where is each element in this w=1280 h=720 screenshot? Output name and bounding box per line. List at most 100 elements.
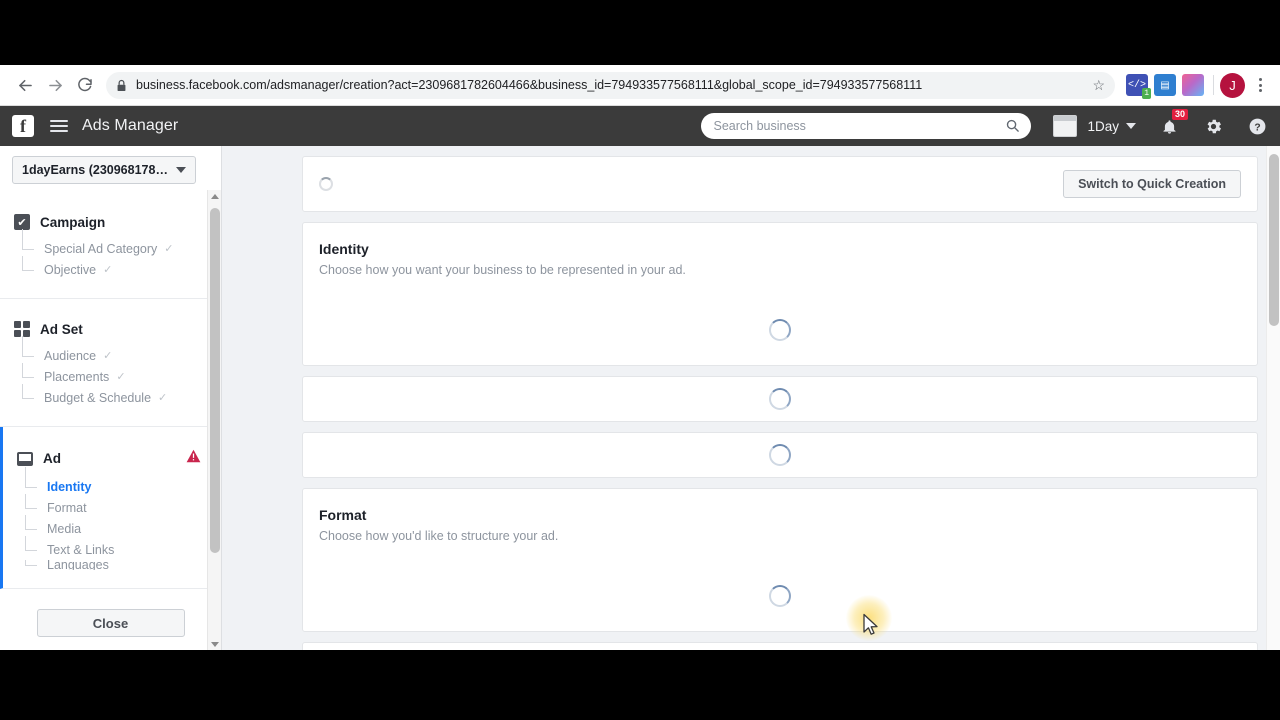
- format-card-header: Format Choose how you'd like to structur…: [303, 489, 1257, 561]
- sidebar-item-format[interactable]: Format: [25, 494, 221, 518]
- close-button[interactable]: Close: [36, 609, 185, 637]
- sidebar-scrollbar[interactable]: [207, 190, 221, 650]
- help-icon[interactable]: ?: [1246, 115, 1268, 137]
- tag-extension-glyph: ▤: [1160, 79, 1170, 91]
- ads-manager-topbar: f Ads Manager 1Day 30 ?: [0, 106, 1280, 146]
- search-icon[interactable]: [1005, 118, 1020, 138]
- sidebar-item-identity[interactable]: Identity: [25, 467, 221, 497]
- main-scrollbar-thumb[interactable]: [1269, 154, 1279, 326]
- sidebar-section-label: Ad Set: [40, 321, 83, 337]
- tag-extension-icon[interactable]: ▤: [1154, 74, 1176, 96]
- code-extension-badge: 1: [1142, 88, 1151, 99]
- sidebar-subitem-label: Objective: [44, 262, 97, 277]
- sidebar-item-budget-schedule[interactable]: Budget & Schedule ✓: [22, 384, 221, 408]
- loading-spinner-icon: [769, 443, 791, 466]
- search-business-wrapper[interactable]: [701, 113, 1032, 139]
- sidebar-item-ad-set[interactable]: Ad Set: [0, 321, 221, 337]
- sidebar-nav: ✔ Campaign Special Ad Category ✓ Objecti…: [0, 192, 221, 601]
- svg-text:?: ?: [1254, 122, 1260, 133]
- sidebar-section-ad: Ad Identity Format Media Text & Links La…: [0, 427, 221, 589]
- main-scrollbar[interactable]: [1266, 146, 1280, 650]
- sidebar-subitems-ad: Identity Format Media Text & Links Langu: [25, 467, 221, 570]
- account-selector-row: 1dayEarns (23096817826...: [0, 146, 221, 192]
- browser-toolbar: business.facebook.com/adsmanager/creatio…: [0, 65, 1280, 106]
- ad-frame-icon: [17, 451, 33, 466]
- format-subtitle: Choose how you'd like to structure your …: [319, 528, 559, 543]
- sidebar-subitem-label: Audience: [44, 348, 97, 363]
- hamburger-menu-icon[interactable]: [50, 120, 68, 132]
- check-icon: ✓: [103, 264, 113, 276]
- chevron-down-icon: [176, 167, 186, 173]
- forward-arrow-icon[interactable]: [40, 70, 70, 100]
- search-input[interactable]: [713, 119, 1020, 133]
- campaign-checkbox-icon: ✔: [14, 214, 30, 230]
- notification-badge: 30: [1171, 109, 1188, 120]
- app-body: 1dayEarns (23096817826... ✔ Campaign Spe…: [0, 146, 1280, 650]
- sidebar-item-objective[interactable]: Objective ✓: [22, 256, 221, 280]
- sidebar-subitem-label: Media: [47, 521, 82, 536]
- facebook-logo-icon[interactable]: f: [12, 115, 34, 137]
- identity-loading-area: [303, 295, 1257, 365]
- scroll-up-arrow-icon[interactable]: [208, 190, 221, 203]
- ad-account-selector[interactable]: 1dayEarns (23096817826...: [12, 156, 196, 184]
- bell-icon[interactable]: 30: [1158, 109, 1188, 137]
- bookmark-star-icon[interactable]: ☆: [1084, 77, 1105, 94]
- loading-spinner-icon: [769, 318, 791, 341]
- chevron-down-icon: [1126, 123, 1136, 129]
- sidebar-subitem-label: Text & Links: [47, 542, 115, 557]
- media-card-header: Media Choose an image or video, or creat…: [303, 643, 1257, 650]
- ad-set-grid-icon: [14, 321, 30, 337]
- loading-spinner-icon: [319, 177, 333, 191]
- address-bar[interactable]: business.facebook.com/adsmanager/creatio…: [106, 71, 1115, 99]
- date-range-selector[interactable]: 1Day: [1087, 119, 1136, 134]
- sidebar-subitem-label: Format: [47, 500, 87, 515]
- sidebar-item-languages[interactable]: Languages: [25, 560, 221, 570]
- quick-creation-card: Switch to Quick Creation: [302, 156, 1258, 212]
- loading-spinner-icon: [769, 387, 791, 410]
- lock-icon: [117, 79, 126, 91]
- warning-triangle-icon: [186, 449, 201, 468]
- sidebar-item-text-links[interactable]: Text & Links: [25, 536, 221, 560]
- sidebar-subitem-label: Identity: [47, 479, 92, 494]
- kebab-menu-icon[interactable]: [1250, 78, 1270, 92]
- sidebar-item-audience[interactable]: Audience ✓: [22, 336, 221, 366]
- check-icon: ✓: [116, 371, 126, 383]
- sidebar-item-special-ad-category[interactable]: Special Ad Category ✓: [22, 229, 221, 259]
- color-extension-icon[interactable]: [1182, 74, 1204, 96]
- creation-sidebar: 1dayEarns (23096817826... ✔ Campaign Spe…: [0, 146, 222, 650]
- sidebar-item-ad[interactable]: Ad: [3, 449, 221, 468]
- format-card: Format Choose how you'd like to structur…: [302, 487, 1258, 632]
- sidebar-subitems-ad-set: Audience ✓ Placements ✓ Budget & Schedul…: [22, 336, 221, 408]
- sidebar-item-campaign[interactable]: ✔ Campaign: [0, 214, 221, 230]
- sidebar-item-placements[interactable]: Placements ✓: [22, 363, 221, 387]
- identity-card-header: Identity Choose how you want your busine…: [303, 223, 1257, 295]
- sidebar-section-ad-set: Ad Set Audience ✓ Placements ✓ Budget & …: [0, 299, 221, 427]
- toolbar-divider: [1213, 75, 1214, 95]
- sidebar-subitem-label: Languages: [47, 560, 109, 570]
- identity-title: Identity: [319, 241, 369, 257]
- gear-icon[interactable]: [1202, 115, 1224, 137]
- browser-profile-avatar[interactable]: J: [1220, 72, 1245, 98]
- sidebar-section-label: Ad: [43, 451, 61, 466]
- screen-root: business.facebook.com/adsmanager/creatio…: [0, 0, 1280, 720]
- ad-account-name: 1dayEarns (23096817826...: [22, 163, 170, 177]
- format-loading-area: [303, 561, 1257, 631]
- page-title: Ads Manager: [82, 117, 179, 134]
- business-page-icon[interactable]: [1053, 115, 1078, 137]
- sidebar-section-label: Campaign: [40, 214, 106, 230]
- sidebar-section-campaign: ✔ Campaign Special Ad Category ✓ Objecti…: [0, 192, 221, 299]
- scroll-down-arrow-icon[interactable]: [208, 638, 221, 650]
- url-text: business.facebook.com/adsmanager/creatio…: [136, 78, 923, 92]
- sidebar-item-media[interactable]: Media: [25, 515, 221, 539]
- sidebar-subitem-label: Special Ad Category: [44, 241, 158, 256]
- back-arrow-icon[interactable]: [10, 70, 40, 100]
- reload-icon[interactable]: [70, 70, 100, 100]
- browser-viewport: business.facebook.com/adsmanager/creatio…: [0, 65, 1280, 650]
- sidebar-scrollbar-thumb[interactable]: [210, 208, 220, 553]
- switch-to-quick-creation-button[interactable]: Switch to Quick Creation: [1063, 170, 1241, 198]
- sidebar-subitem-label: Budget & Schedule: [44, 390, 152, 405]
- sidebar-subitems-campaign: Special Ad Category ✓ Objective ✓: [22, 229, 221, 280]
- code-extension-icon[interactable]: </> 1: [1126, 74, 1151, 99]
- media-card: Media Choose an image or video, or creat…: [302, 641, 1258, 650]
- creation-cards: Switch to Quick Creation Identity Choose…: [222, 146, 1258, 650]
